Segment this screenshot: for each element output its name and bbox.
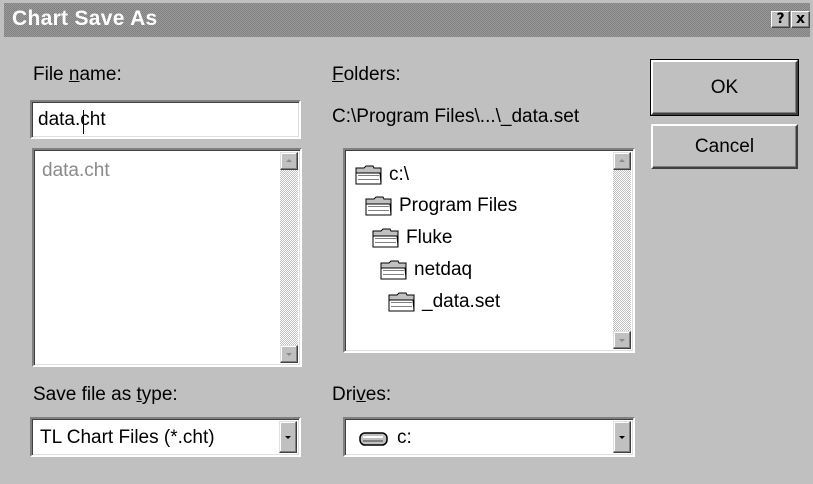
save-type-dropdown[interactable]: TL Chart Files (*.cht) xyxy=(30,417,301,457)
open-folder-icon xyxy=(380,259,408,281)
folder-item-label: c:\ xyxy=(389,164,410,185)
file-list-scroll-up-button[interactable] xyxy=(280,152,298,170)
drives-dropdown-button[interactable] xyxy=(613,421,631,453)
ok-button[interactable]: OK xyxy=(650,59,799,116)
text-caret xyxy=(83,110,84,134)
folder-item-data-set[interactable]: _data.set xyxy=(388,289,500,315)
folder-tree-list[interactable]: c:\ Program Files Fluke netdaq _data.set xyxy=(343,148,635,353)
current-folder-path: C:\Program Files\...\_data.set xyxy=(332,106,580,127)
title-bar[interactable]: Chart Save As ? x xyxy=(4,3,810,37)
folders-label: Folders: xyxy=(332,64,401,85)
scroll-up-arrow-icon xyxy=(619,159,625,162)
file-list-scrollbar[interactable] xyxy=(280,152,298,363)
open-folder-icon xyxy=(372,227,400,249)
folder-item-c-root[interactable]: c:\ xyxy=(355,162,409,188)
dialog-title: Chart Save As xyxy=(12,7,158,30)
scroll-down-arrow-icon xyxy=(286,353,292,356)
save-type-label: Save file as type: xyxy=(33,384,178,405)
folder-item-netdaq[interactable]: netdaq xyxy=(380,257,472,283)
folder-item-label: Fluke xyxy=(406,227,453,248)
close-button[interactable]: x xyxy=(791,11,810,28)
drives-value: c: xyxy=(397,427,412,448)
save-type-value: TL Chart Files (*.cht) xyxy=(40,427,215,448)
scroll-up-arrow-icon xyxy=(286,159,292,162)
folder-item-program-files[interactable]: Program Files xyxy=(365,193,517,219)
dropdown-arrow-icon xyxy=(619,436,625,439)
file-list-item[interactable]: data.cht xyxy=(42,160,110,182)
ok-button-label: OK xyxy=(710,76,739,98)
dropdown-arrow-icon xyxy=(285,436,291,439)
folder-item-label: Program Files xyxy=(399,195,518,216)
scroll-down-arrow-icon xyxy=(619,339,625,342)
open-folder-icon xyxy=(365,195,393,217)
drives-dropdown[interactable]: c: xyxy=(343,417,635,457)
file-name-input[interactable]: data.cht xyxy=(30,100,301,139)
folder-list-scroll-up-button[interactable] xyxy=(613,152,631,170)
folder-item-label: netdaq xyxy=(414,259,473,280)
folder-item-fluke[interactable]: Fluke xyxy=(372,225,452,251)
folder-item-label: _data.set xyxy=(422,291,501,312)
open-folder-icon xyxy=(388,291,416,313)
drives-label: Drives: xyxy=(332,384,392,405)
close-icon: x xyxy=(795,11,806,27)
cancel-button[interactable]: Cancel xyxy=(651,124,798,169)
file-name-label: File name: xyxy=(33,64,122,85)
help-button[interactable]: ? xyxy=(771,11,790,28)
file-list-scroll-down-button[interactable] xyxy=(280,345,298,363)
save-type-dropdown-button[interactable] xyxy=(279,421,297,453)
folder-list-scroll-down-button[interactable] xyxy=(613,331,631,349)
open-folder-icon xyxy=(355,164,383,186)
cancel-button-label: Cancel xyxy=(694,135,755,157)
help-icon: ? xyxy=(776,11,785,27)
hard-drive-icon xyxy=(359,432,388,446)
file-list[interactable]: data.cht xyxy=(32,148,302,367)
file-name-value: data.cht xyxy=(38,109,106,130)
chart-save-as-dialog: Chart Save As ? x File name: data.cht da… xyxy=(0,0,813,484)
folder-list-scrollbar[interactable] xyxy=(613,152,631,349)
